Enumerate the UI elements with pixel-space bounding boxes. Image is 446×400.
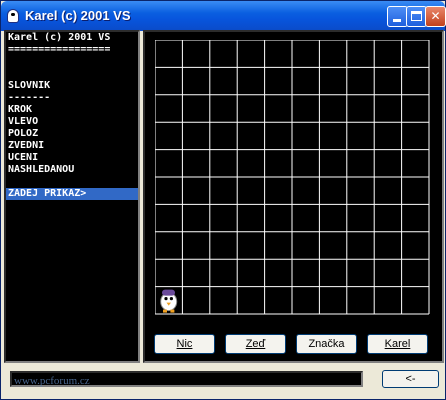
close-button[interactable]: ✕: [425, 6, 446, 27]
console-line: KROK: [8, 104, 33, 115]
command-console[interactable]: Karel (c) 2001 VS ================= SLOVNI…: [4, 30, 140, 363]
nothing-button-label: Nic: [176, 338, 193, 350]
mark-button-label: Značka: [308, 338, 345, 350]
console-line: UCENI: [8, 152, 39, 163]
nothing-button[interactable]: Nic: [154, 334, 215, 354]
console-line: VLEVO: [8, 116, 39, 127]
console-line: SLOVNIK: [8, 80, 51, 91]
minimize-button[interactable]: [387, 6, 408, 27]
close-icon: ✕: [430, 9, 441, 23]
console-line: Karel (c) 2001 VS: [8, 32, 111, 43]
karel-button[interactable]: Karel: [367, 334, 428, 354]
console-line: NASHLEDANOU: [8, 164, 75, 175]
maximize-icon: [411, 11, 422, 21]
maximize-button[interactable]: [406, 6, 427, 27]
console-line: POLOZ: [8, 128, 39, 139]
back-button[interactable]: <-: [382, 370, 439, 388]
console-line: ZVEDNI: [8, 140, 45, 151]
karel-button-label: Karel: [384, 338, 411, 350]
console-line: =================: [8, 44, 111, 55]
command-prompt[interactable]: ZADEJ PRIKAZ>: [6, 188, 138, 200]
karel-app-icon: [7, 9, 19, 23]
world-grid[interactable]: [155, 40, 431, 316]
wall-button[interactable]: Zeď: [225, 334, 286, 354]
window-title: Karel (c) 2001 VS: [25, 8, 131, 23]
world-view[interactable]: [143, 30, 444, 363]
title-bar[interactable]: Karel (c) 2001 VS ✕: [1, 1, 446, 31]
minimize-icon: [393, 19, 401, 22]
app-window: Karel (c) 2001 VS ✕ Karel (c) 2001 VS ===…: [0, 0, 446, 400]
karel-robot-icon: [160, 289, 178, 313]
mark-button[interactable]: Značka: [296, 334, 357, 354]
wall-button-label: Zeď: [245, 338, 266, 350]
console-line: -------: [8, 92, 51, 103]
watermark: www.pcforum.cz: [14, 375, 90, 387]
